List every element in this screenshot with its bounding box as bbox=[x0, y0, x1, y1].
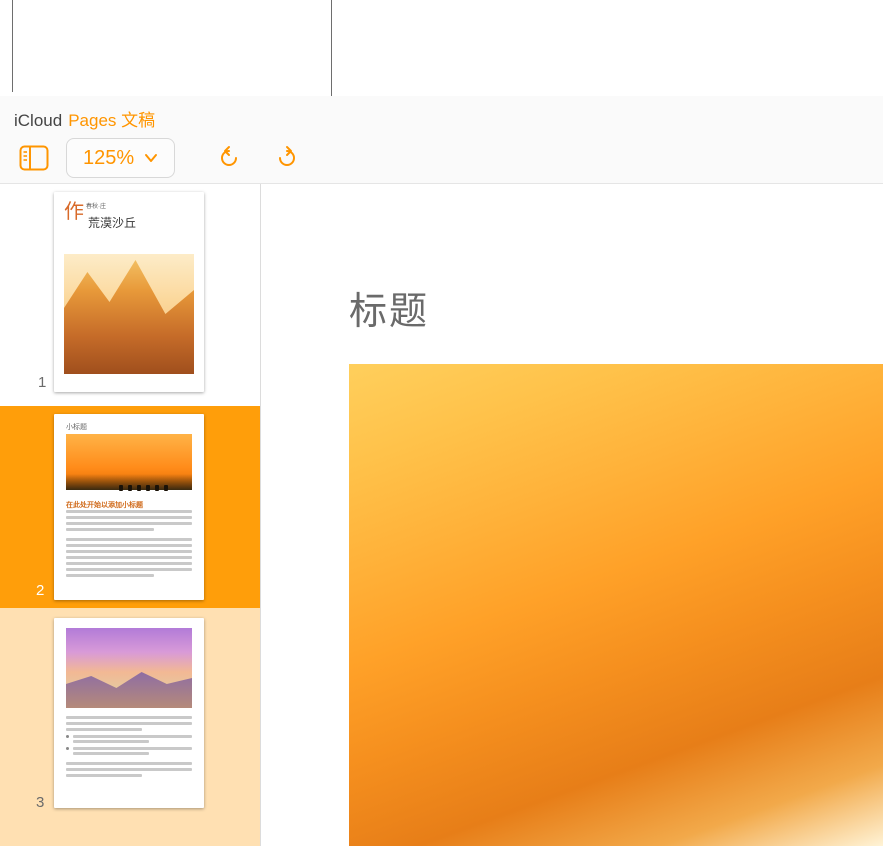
thumbnail-number: 3 bbox=[36, 794, 44, 811]
breadcrumb-current[interactable]: Pages 文稿 bbox=[68, 106, 155, 131]
redo-button[interactable] bbox=[267, 138, 307, 178]
thumb1-accent-char: 作 bbox=[64, 202, 84, 222]
thumb2-small-heading: 小标题 bbox=[66, 422, 87, 432]
callout-line bbox=[12, 0, 13, 92]
thumb1-mini-label: 春秋·庄 bbox=[86, 204, 106, 210]
app-header: iCloud Pages 文稿 125% bbox=[0, 96, 883, 184]
thumbnail-number: 2 bbox=[36, 582, 44, 599]
thumb3-body-lines bbox=[66, 716, 192, 780]
chevron-down-icon bbox=[144, 151, 158, 165]
page-thumbnails-sidebar[interactable]: 作 春秋·庄 荒漠沙丘 1 小标题 在此处开始以添加小标题 bbox=[0, 184, 261, 846]
breadcrumb[interactable]: iCloud Pages 文稿 bbox=[14, 106, 155, 131]
thumbnail-number: 1 bbox=[38, 374, 46, 391]
thumbnail-preview bbox=[54, 618, 204, 808]
thumb1-title: 荒漠沙丘 bbox=[88, 214, 136, 231]
page-title[interactable]: 标题 bbox=[349, 280, 429, 335]
undo-icon bbox=[214, 143, 244, 173]
thumbnail-preview: 小标题 在此处开始以添加小标题 bbox=[54, 414, 204, 600]
thumbnail-page-2[interactable]: 小标题 在此处开始以添加小标题 2 bbox=[0, 406, 261, 608]
breadcrumb-root[interactable]: iCloud bbox=[14, 111, 62, 131]
zoom-dropdown[interactable]: 125% bbox=[66, 138, 175, 178]
thumb2-body-lines bbox=[66, 510, 192, 590]
thumb2-silhouettes bbox=[114, 476, 184, 486]
sidebar-panel-icon bbox=[19, 145, 49, 171]
thumbnail-preview: 作 春秋·庄 荒漠沙丘 bbox=[54, 192, 204, 392]
redo-icon bbox=[272, 143, 302, 173]
toolbar: 125% bbox=[14, 138, 307, 178]
document-canvas[interactable]: 标题 bbox=[261, 184, 883, 846]
thumb2-section-heading: 在此处开始以添加小标题 bbox=[66, 500, 143, 510]
annotation-gap bbox=[0, 0, 883, 96]
hero-image[interactable] bbox=[349, 364, 883, 846]
view-panel-button[interactable] bbox=[14, 138, 54, 178]
thumbnail-page-3[interactable]: 3 bbox=[0, 608, 261, 846]
thumbnail-page-1[interactable]: 作 春秋·庄 荒漠沙丘 1 bbox=[0, 184, 261, 406]
zoom-value: 125% bbox=[83, 147, 134, 170]
undo-button[interactable] bbox=[209, 138, 249, 178]
